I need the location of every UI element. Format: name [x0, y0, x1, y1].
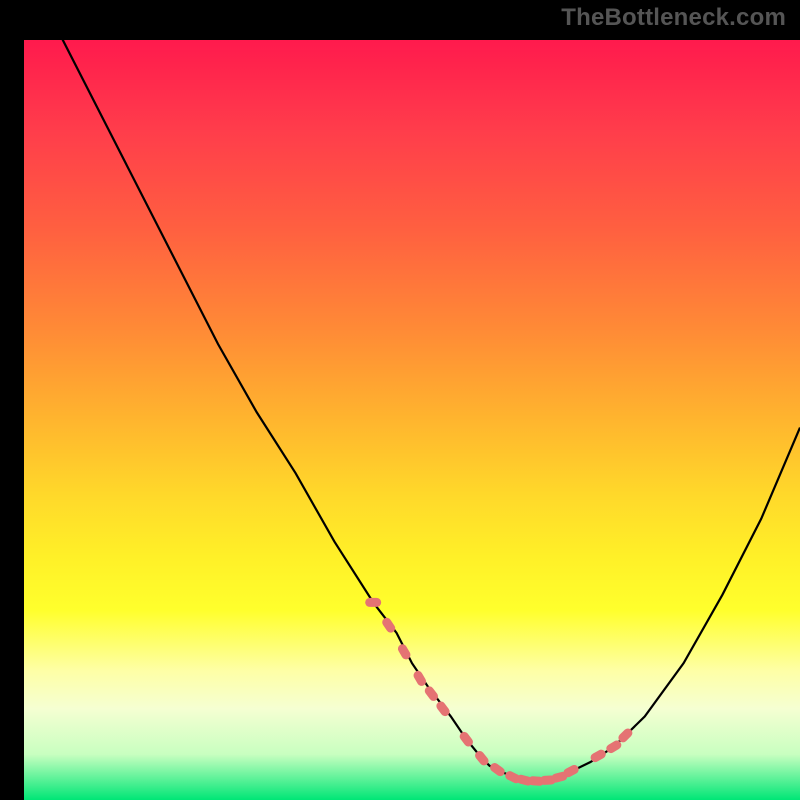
highlight-dot [488, 761, 506, 778]
curve-path [24, 0, 800, 781]
highlight-dot [365, 598, 381, 607]
watermark-text: TheBottleneck.com [561, 4, 786, 32]
chart-frame [12, 12, 788, 788]
plot-area [24, 40, 800, 800]
highlight-dot [412, 669, 428, 687]
bottleneck-curve [24, 40, 800, 800]
highlight-dots [365, 598, 634, 787]
